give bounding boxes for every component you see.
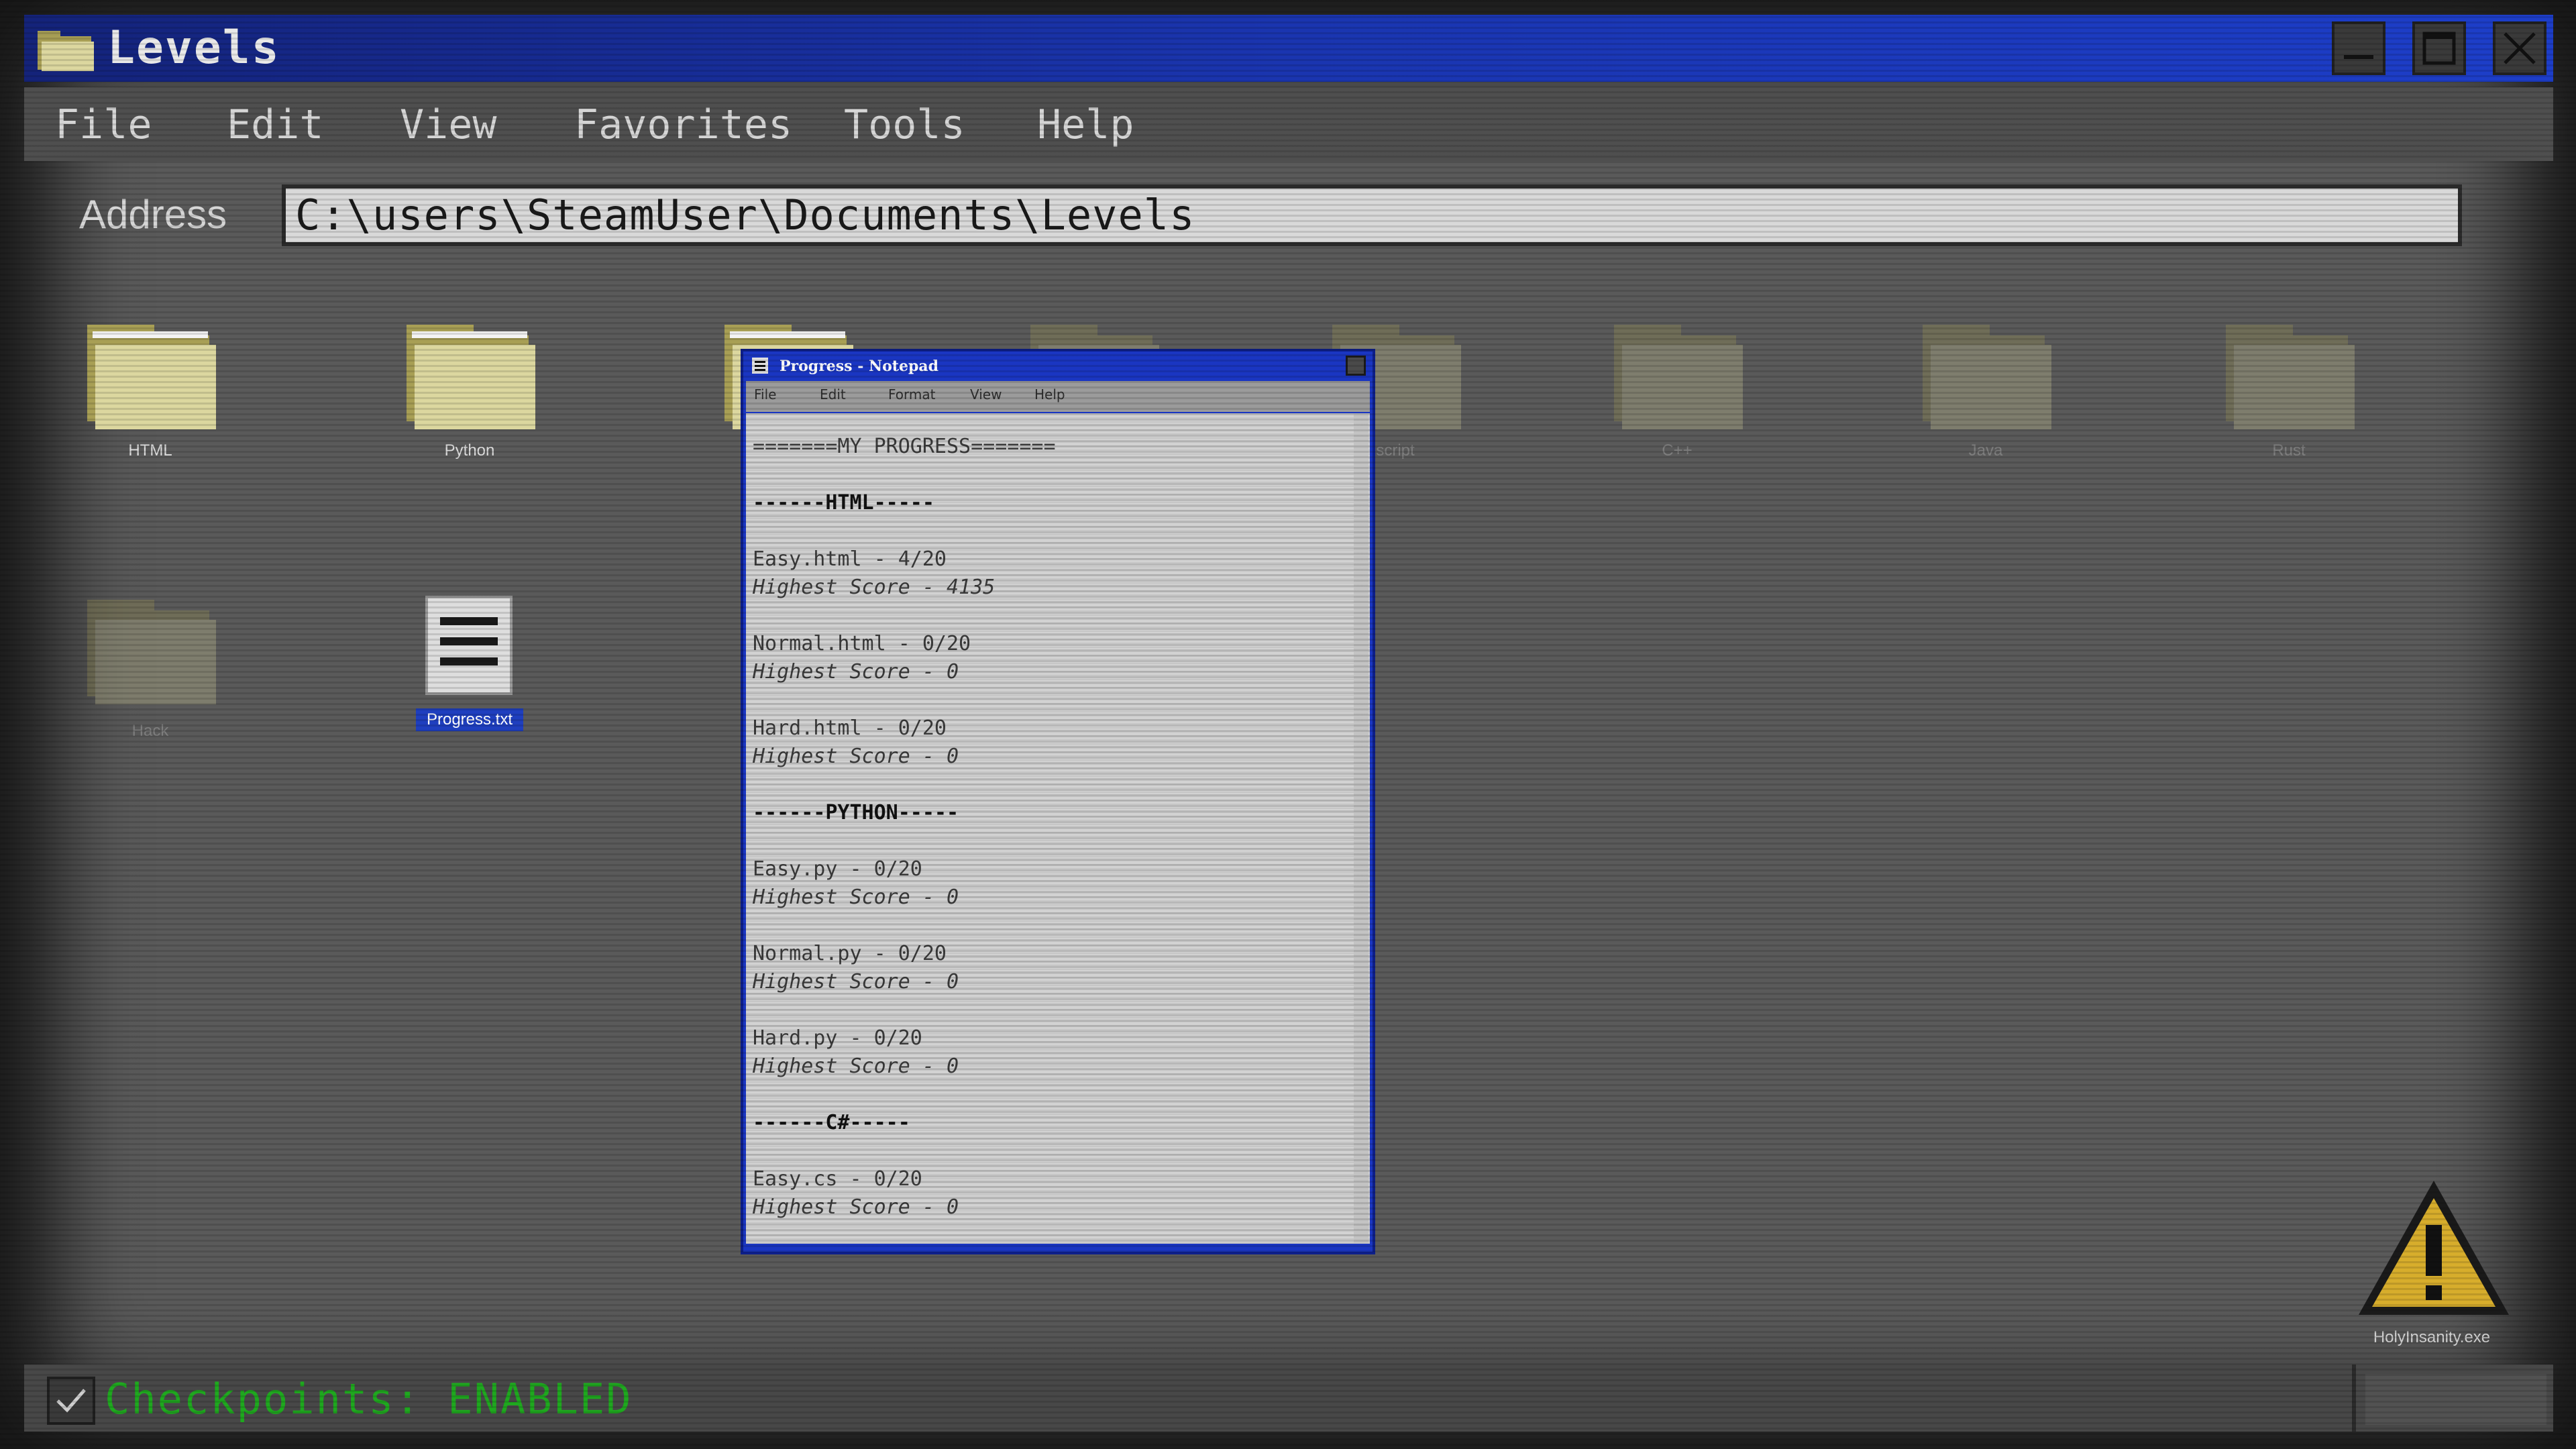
menu-edit[interactable]: Edit <box>227 99 324 150</box>
progress-line: Normal.html - 0/20 <box>753 632 971 655</box>
address-input[interactable]: C:\users\SteamUser\Documents\Levels <box>282 184 2462 246</box>
notepad-menu-view[interactable]: View <box>970 386 1002 402</box>
menu-tools[interactable]: Tools <box>844 99 965 150</box>
status-divider <box>2352 1364 2356 1432</box>
folder-icon <box>1614 325 1743 429</box>
progress-line: Highest Score - 0 <box>753 885 959 909</box>
notepad-menu-file[interactable]: File <box>754 386 776 402</box>
close-icon <box>2504 32 2536 64</box>
status-bar: Checkpoints: ENABLED <box>24 1364 2553 1432</box>
progress-line: Highest Score - 0 <box>753 660 959 684</box>
folder-label: Hack <box>131 722 169 740</box>
text-file-icon[interactable] <box>424 594 514 696</box>
notepad-title: Progress - Notepad <box>780 358 938 375</box>
folder-label: C++ <box>1662 441 1693 460</box>
progress-line: Hard.html - 0/20 <box>753 716 947 740</box>
checkpoints-checkbox[interactable] <box>47 1377 95 1425</box>
notepad-window[interactable]: Progress - Notepad File Edit Format View… <box>741 349 1375 1254</box>
minimize-button[interactable] <box>2332 21 2385 75</box>
progress-line: Easy.py - 0/20 <box>753 857 922 881</box>
file-label-progress[interactable]: Progress.txt <box>416 708 523 731</box>
menu-help[interactable]: Help <box>1037 99 1134 150</box>
folder-icon <box>1923 325 2051 429</box>
minimize-icon <box>2344 55 2373 59</box>
status-panel <box>2365 1374 2546 1425</box>
menu-file[interactable]: File <box>55 99 152 150</box>
crt-screen: Levels File Edit View Favorites Tools He… <box>0 0 2576 1449</box>
menu-view[interactable]: View <box>400 99 497 150</box>
progress-line: =======MY PROGRESS======= <box>753 435 1056 458</box>
folder-icon <box>2226 325 2355 429</box>
progress-line: ------HTML----- <box>753 491 934 515</box>
progress-line: Highest Score - 0 <box>753 745 959 768</box>
notepad-menu-format[interactable]: Format <box>888 386 935 402</box>
notepad-menu-help[interactable]: Help <box>1034 386 1065 402</box>
notepad-close-button[interactable] <box>1346 356 1366 376</box>
progress-line: Normal.py - 0/20 <box>753 942 947 965</box>
folder-label: Rust <box>2272 441 2306 460</box>
progress-line: Highest Score - 0 <box>753 1055 959 1078</box>
folder-label: Python <box>444 441 495 460</box>
checkmark-icon <box>56 1389 86 1413</box>
folder-icon <box>87 325 216 429</box>
maximize-button[interactable] <box>2412 21 2466 75</box>
progress-line: Hard.py - 0/20 <box>753 1026 922 1050</box>
progress-line: Highest Score - 4135 <box>753 576 996 599</box>
title-bar[interactable]: Levels <box>24 15 2553 82</box>
notepad-text-area[interactable]: =======MY PROGRESS======= ------HTML----… <box>746 413 1370 1244</box>
progress-line: ------PYTHON----- <box>753 801 959 824</box>
menu-bar: File Edit View Favorites Tools Help <box>24 87 2553 161</box>
progress-line: Highest Score - 0 <box>753 970 959 994</box>
progress-line: ------C#----- <box>753 1111 910 1134</box>
folder-icon <box>38 31 94 71</box>
warning-icon[interactable] <box>2353 1175 2514 1323</box>
folder-icon <box>87 600 216 704</box>
notepad-menu-bar: File Edit Format View Help <box>746 381 1370 412</box>
notepad-scrollbar[interactable] <box>1354 413 1368 1244</box>
progress-line: Easy.cs - 0/20 <box>753 1167 922 1191</box>
progress-line: Highest Score - 0 <box>753 1195 959 1219</box>
checkpoints-status: Checkpoints: ENABLED <box>105 1375 633 1424</box>
progress-line: Easy.html - 4/20 <box>753 547 947 571</box>
folder-label: Java <box>1968 441 2003 460</box>
close-button[interactable] <box>2493 21 2546 75</box>
maximize-icon <box>2422 32 2456 65</box>
exe-label[interactable]: HolyInsanity.exe <box>2334 1328 2529 1347</box>
menu-favorites[interactable]: Favorites <box>574 99 792 150</box>
folder-label: HTML <box>128 441 172 460</box>
address-label: Address <box>79 192 227 237</box>
window-title: Levels <box>107 21 280 74</box>
notepad-menu-edit[interactable]: Edit <box>820 386 846 402</box>
folder-icon <box>407 325 535 429</box>
